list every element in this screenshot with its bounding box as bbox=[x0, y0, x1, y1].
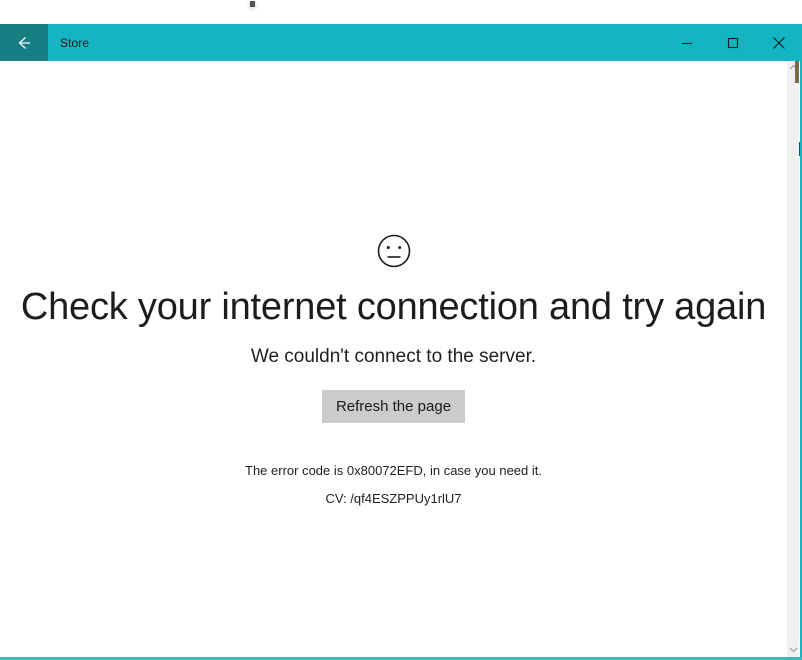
content-viewport: Check your internet connection and try a… bbox=[0, 61, 787, 657]
title-bar: Store bbox=[0, 24, 802, 61]
store-app-window: Store Check your internet connection and… bbox=[0, 24, 802, 660]
minimize-button[interactable] bbox=[664, 24, 710, 61]
refresh-the-page-button[interactable]: Refresh the page bbox=[321, 389, 466, 423]
cursor-artifact bbox=[250, 1, 255, 7]
window-title: Store bbox=[60, 35, 90, 50]
correlation-vector-text: CV: /qf4ESZPPUy1rlU7 bbox=[325, 490, 462, 506]
neutral-face-icon bbox=[0, 231, 787, 271]
desktop-backdrop bbox=[0, 0, 802, 24]
vertical-scrollbar[interactable] bbox=[787, 61, 799, 657]
maximize-icon bbox=[722, 32, 744, 54]
error-code-text: The error code is 0x80072EFD, in case yo… bbox=[245, 462, 542, 478]
chevron-down-icon bbox=[789, 646, 798, 655]
error-headline: Check your internet connection and try a… bbox=[20, 286, 767, 328]
error-subtext: We couldn't connect to the server. bbox=[250, 345, 537, 367]
back-button[interactable] bbox=[0, 24, 48, 61]
minimize-icon bbox=[676, 32, 698, 54]
scrollbar-top-nub bbox=[795, 61, 799, 83]
scroll-down-button[interactable] bbox=[787, 643, 799, 657]
close-icon bbox=[768, 32, 790, 54]
maximize-button[interactable] bbox=[710, 24, 756, 61]
back-arrow-icon bbox=[14, 33, 34, 53]
close-button[interactable] bbox=[756, 24, 802, 61]
error-panel: Check your internet connection and try a… bbox=[0, 61, 787, 519]
